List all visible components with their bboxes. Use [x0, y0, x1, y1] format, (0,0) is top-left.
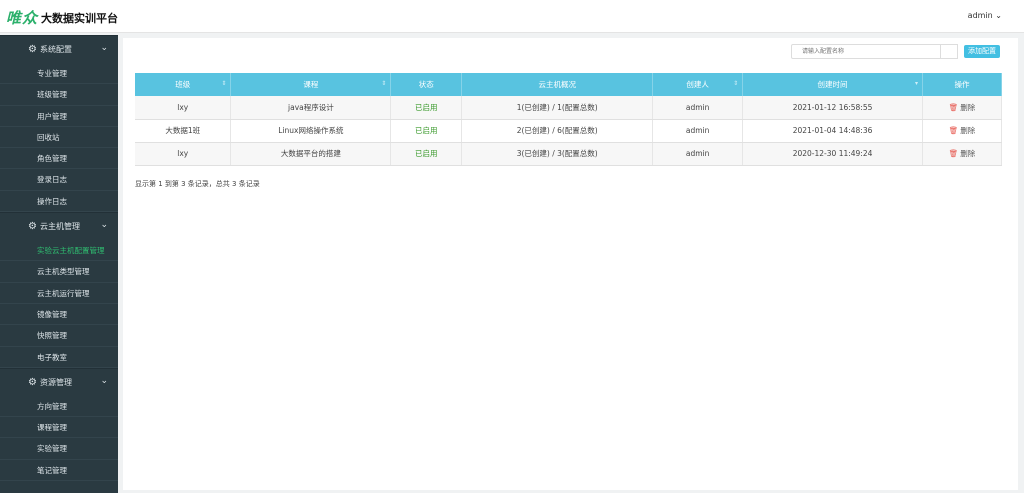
- trash-icon: 🗑: [948, 126, 959, 135]
- table-cell: admin: [652, 96, 744, 120]
- table-cell: 2021-01-12 16:58:55: [742, 96, 923, 120]
- table-cell: lxy: [135, 142, 232, 166]
- table-cell: 2021-01-04 14:48:36: [742, 119, 923, 143]
- table-cell: 1(已创建) / 1(配置总数): [461, 96, 654, 120]
- search-button[interactable]: [940, 44, 958, 59]
- table-cell: java程序设计: [230, 96, 392, 120]
- column-header-label: 状态: [418, 80, 434, 89]
- gear-icon: ⚙: [28, 376, 37, 388]
- column-header-label: 课程: [303, 80, 319, 89]
- sidebar-item[interactable]: 专业管理: [0, 63, 118, 85]
- sidebar: ⚙ 系统配置 ⌄ 专业管理 班级管理 用户管理 回收站 角色管理 登录日志 操作日志 ⚙ 云主机管理 ⌄…: [0, 35, 118, 493]
- delete-button[interactable]: 🗑 删除: [949, 103, 976, 112]
- sidebar-item[interactable]: 操作日志: [0, 191, 118, 213]
- chevron-down-icon: ⌄: [100, 375, 108, 386]
- sidebar-item[interactable]: 登录日志: [0, 169, 118, 191]
- sidebar-item[interactable]: 云主机运行管理: [0, 283, 118, 304]
- main-panel: 添加配置 班级⇕课程⇕状态云主机概况创建人⇕创建时间▾操作 lxyjava程序设…: [123, 38, 1018, 490]
- trash-icon: 🗑: [948, 102, 959, 112]
- sort-icon[interactable]: ⇕: [733, 80, 738, 87]
- table-cell: admin: [652, 142, 744, 166]
- logo-mark: 唯众: [6, 9, 39, 27]
- sidebar-section-label: 资源管理: [39, 377, 72, 387]
- app-title: 大数据实训平台: [41, 11, 119, 25]
- column-header[interactable]: 课程 ⇕: [230, 73, 392, 96]
- delete-label: 删除: [960, 126, 976, 135]
- sidebar-item[interactable]: 方向管理: [0, 396, 118, 418]
- sidebar-item[interactable]: 用户管理: [0, 106, 118, 127]
- sort-icon[interactable]: ▾: [915, 80, 918, 87]
- trash-icon: 🗑: [948, 149, 959, 158]
- sidebar-item[interactable]: 课程管理: [0, 417, 118, 439]
- column-header: 操作: [922, 73, 1002, 96]
- sidebar-item[interactable]: 笔记管理: [0, 460, 118, 482]
- column-header[interactable]: 创建时间 ▾: [742, 73, 923, 96]
- table-cell: 2020-12-30 11:49:24: [742, 142, 923, 166]
- status-badge: 已启用: [415, 126, 438, 135]
- column-header: 云主机概况: [461, 73, 654, 96]
- column-header-label: 云主机概况: [538, 80, 576, 89]
- column-header: 状态: [390, 73, 463, 96]
- sidebar-item[interactable]: 实验云主机配置管理: [0, 240, 118, 262]
- sort-icon[interactable]: ⇕: [381, 80, 386, 87]
- user-menu[interactable]: admin ⌄: [968, 11, 1002, 20]
- table-cell: 3(已创建) / 3(配置总数): [461, 142, 654, 166]
- config-table: 班级 ⇕ 课程 ⇕ 状态 云主机概况 创建人 ⇕ 创建时间 ▾ 操作 lxy java程序设计 已启用 1…: [135, 73, 1002, 166]
- status-badge: 已启用: [415, 102, 438, 112]
- pagination-info: 显示第 1 到第 3 条记录，总共 3 条记录: [135, 180, 260, 188]
- table-cell: 已启用: [390, 96, 463, 120]
- sidebar-section[interactable]: ⚙ 系统配置 ⌄: [0, 35, 118, 63]
- status-badge: 已启用: [415, 149, 438, 158]
- table-cell: 已启用: [390, 142, 463, 166]
- table-cell: 大数据1班: [135, 119, 232, 143]
- sidebar-item[interactable]: 快照管理: [0, 325, 118, 347]
- sidebar-item[interactable]: 镜像管理: [0, 304, 118, 326]
- gear-icon: ⚙: [28, 221, 37, 233]
- column-header-label: 创建时间: [817, 80, 848, 89]
- search-input[interactable]: [791, 44, 958, 59]
- delete-button[interactable]: 🗑 删除: [949, 149, 976, 158]
- delete-button[interactable]: 🗑 删除: [949, 126, 976, 135]
- sidebar-item[interactable]: 电子教室: [0, 347, 118, 368]
- delete-label: 删除: [960, 102, 976, 112]
- logo: 唯众 大数据实训平台: [6, 7, 118, 28]
- sidebar-item[interactable]: 云主机类型管理: [0, 261, 118, 283]
- table-cell: admin: [652, 119, 744, 143]
- column-header-label: 创建人: [686, 80, 709, 89]
- column-header[interactable]: 班级 ⇕: [135, 73, 232, 96]
- table-cell: 已启用: [390, 119, 463, 143]
- sidebar-item[interactable]: 角色管理: [0, 148, 118, 170]
- sidebar-section-label: 云主机管理: [39, 222, 80, 232]
- column-header-label: 班级: [175, 80, 191, 89]
- table-row: lxy 大数据平台的搭建 已启用 3(已创建) / 3(配置总数) admin 2020-…: [135, 142, 1002, 166]
- sidebar-section[interactable]: ⚙ 资源管理 ⌄: [0, 367, 118, 396]
- sidebar-item[interactable]: 班级管理: [0, 84, 118, 106]
- table-cell: 2(已创建) / 6(配置总数): [461, 119, 654, 143]
- column-header-label: 操作: [954, 80, 970, 89]
- chevron-down-icon: ⌄: [100, 43, 108, 53]
- chevron-down-icon: ⌄: [100, 220, 108, 231]
- chevron-down-icon: ⌄: [995, 11, 1002, 20]
- table-cell: 🗑 删除: [922, 119, 1002, 143]
- column-header[interactable]: 创建人 ⇕: [652, 73, 744, 96]
- table-cell: Linux网络操作系统: [230, 119, 392, 143]
- table-cell: lxy: [135, 96, 232, 120]
- delete-label: 删除: [960, 149, 976, 158]
- sidebar-item[interactable]: 回收站: [0, 127, 118, 149]
- username: admin: [967, 11, 993, 20]
- sidebar-section-label: 系统配置: [39, 45, 72, 54]
- table-cell: 大数据平台的搭建: [230, 142, 392, 166]
- table-cell: 🗑 删除: [922, 96, 1002, 120]
- sidebar-item[interactable]: 实验管理: [0, 438, 118, 460]
- sort-icon[interactable]: ⇕: [221, 80, 226, 87]
- top-header: 唯众 大数据实训平台 admin ⌄: [0, 0, 1024, 33]
- gear-icon: ⚙: [28, 44, 37, 55]
- table-cell: 🗑 删除: [922, 142, 1002, 166]
- add-config-button[interactable]: 添加配置: [964, 45, 1000, 58]
- table-row: 大数据1班 Linux网络操作系统 已启用 2(已创建) / 6(配置总数) admin…: [135, 119, 1002, 143]
- sidebar-section[interactable]: ⚙ 云主机管理 ⌄: [0, 212, 118, 240]
- table-row: lxy java程序设计 已启用 1(已创建) / 1(配置总数) admin 2021-…: [135, 96, 1002, 120]
